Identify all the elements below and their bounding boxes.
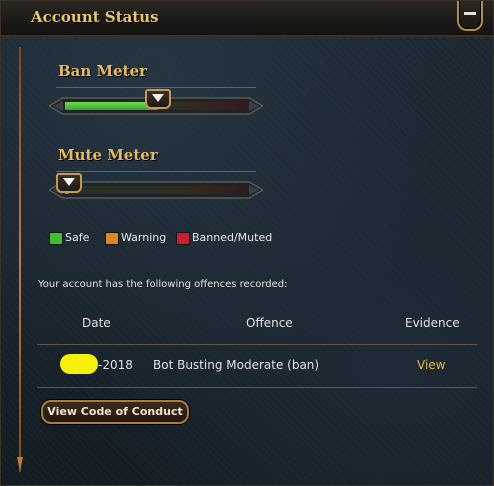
ban-meter-marker <box>145 89 171 109</box>
ban-meter <box>49 89 263 115</box>
banned-swatch <box>176 232 190 245</box>
legend-label: Warning <box>121 231 167 244</box>
table-divider <box>37 344 477 345</box>
column-header-evidence: Evidence <box>405 316 460 330</box>
table-divider <box>37 387 477 388</box>
mute-meter-marker <box>56 173 82 193</box>
column-header-offence: Offence <box>246 316 293 330</box>
offences-intro: Your account has the following offences … <box>38 279 288 290</box>
down-triangle-icon <box>63 178 75 186</box>
view-code-of-conduct-button[interactable]: View Code of Conduct <box>41 400 189 424</box>
account-status-panel: Account Status Ban Meter Mute Meter Safe… <box>0 0 494 486</box>
column-header-date: Date <box>82 316 111 330</box>
panel-title: Account Status <box>31 8 159 26</box>
safe-swatch <box>49 232 63 245</box>
offence-description: Bot Busting Moderate (ban) <box>153 358 320 372</box>
redaction-mark <box>60 354 98 374</box>
legend-label: Safe <box>65 231 90 244</box>
side-rail <box>19 47 21 472</box>
evidence-view-link[interactable]: View <box>417 358 445 372</box>
legend-label: Banned/Muted <box>192 231 273 244</box>
side-rail-tip <box>17 457 23 471</box>
warning-swatch <box>105 232 119 245</box>
mute-meter-track <box>65 186 247 194</box>
down-triangle-icon <box>152 94 164 102</box>
mute-meter-underline <box>56 171 256 172</box>
title-bar: Account Status <box>1 1 493 37</box>
collapse-button[interactable] <box>457 1 483 31</box>
mute-meter-title: Mute Meter <box>58 146 158 164</box>
offence-date: -2018 <box>98 358 133 372</box>
ban-meter-title: Ban Meter <box>58 62 148 80</box>
ban-meter-underline <box>56 87 256 88</box>
minus-icon <box>464 12 476 15</box>
mute-meter <box>49 173 263 199</box>
